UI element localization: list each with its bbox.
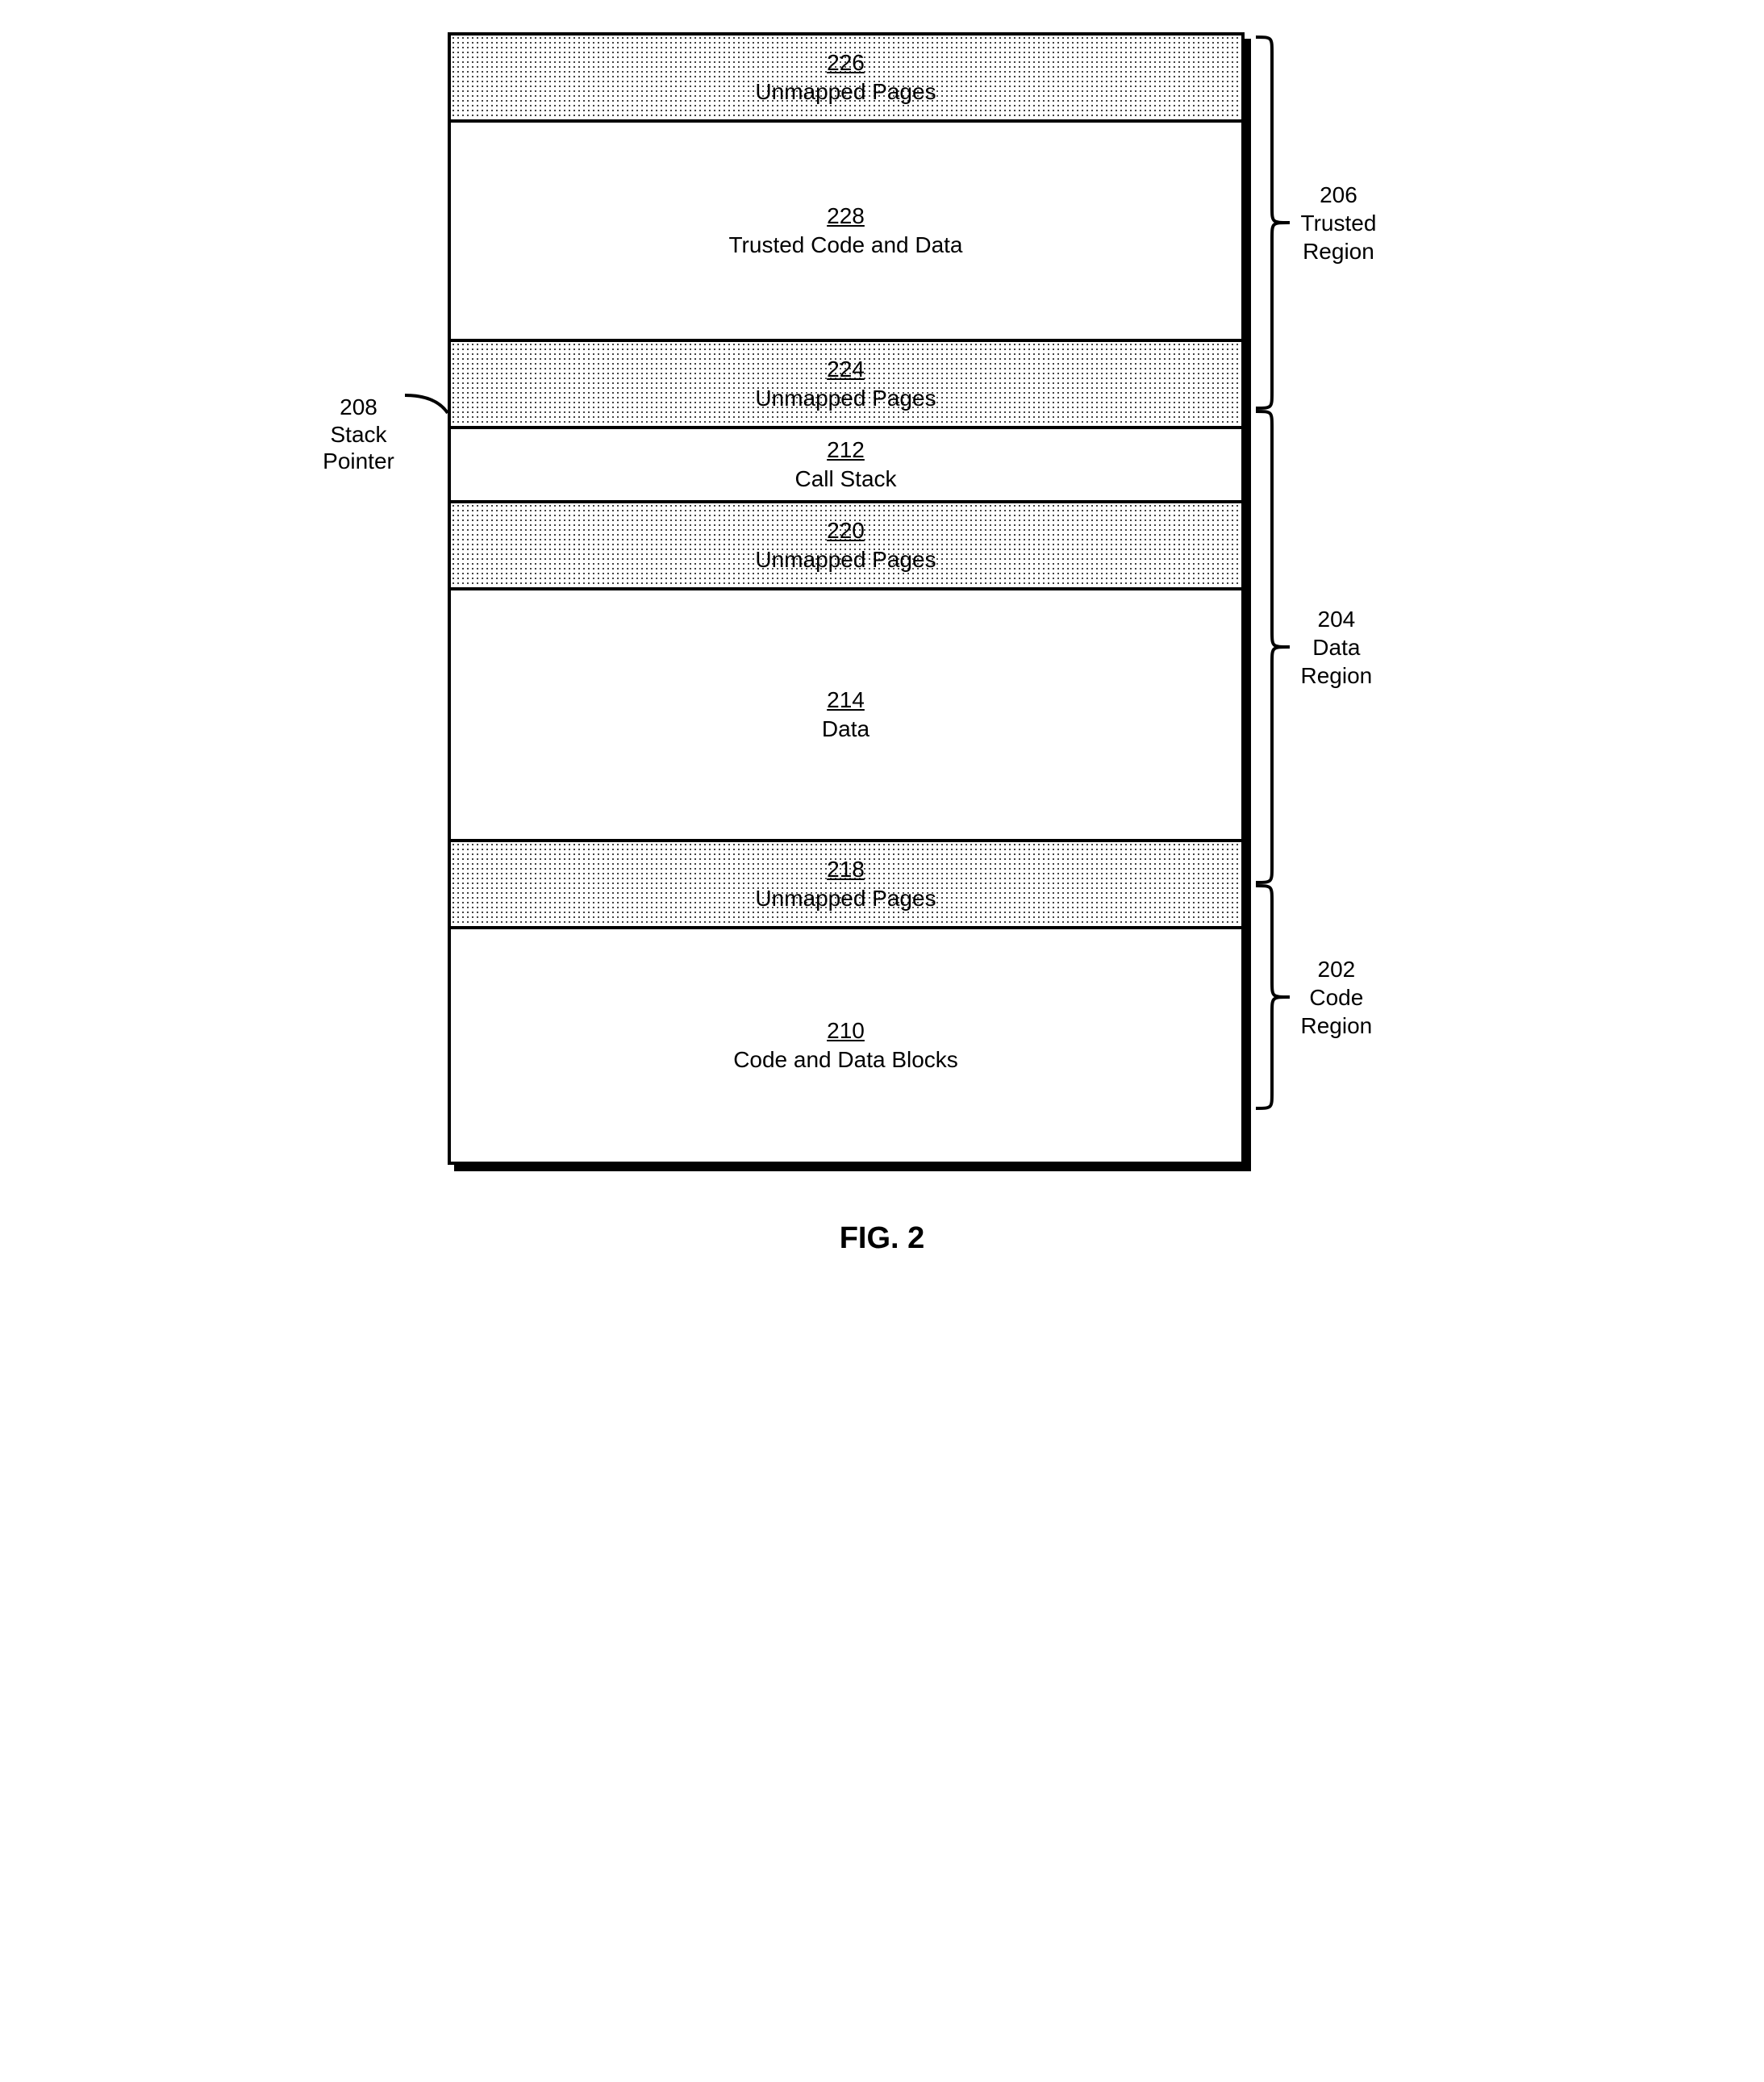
region-line1: Data — [1301, 633, 1373, 661]
segment-220: 220Unmapped Pages — [451, 500, 1241, 587]
segment-label: Call Stack — [794, 465, 896, 494]
region-ref: 202 — [1301, 955, 1373, 983]
region-line1: Code — [1301, 983, 1373, 1012]
region-ref: 204 — [1301, 605, 1373, 633]
segment-226: 226Unmapped Pages — [451, 35, 1241, 119]
segment-210: 210Code and Data Blocks — [451, 926, 1241, 1162]
segment-label: Trusted Code and Data — [728, 231, 962, 260]
region-206: 206TrustedRegion — [1253, 35, 1377, 410]
right-brace-column: 206TrustedRegion204DataRegion202CodeRegi… — [1253, 32, 1462, 1165]
stack-pointer-line1: Stack — [302, 421, 415, 449]
stack-pointer-line2: Pointer — [302, 448, 415, 475]
segment-ref: 218 — [827, 855, 865, 884]
figure-2: 208StackPointer 226Unmapped Pages228Trus… — [32, 32, 1732, 1256]
region-line2: Region — [1301, 237, 1377, 265]
segment-ref: 226 — [827, 48, 865, 77]
diagram-layout: 208StackPointer 226Unmapped Pages228Trus… — [302, 32, 1462, 1165]
memory-stack: 226Unmapped Pages228Trusted Code and Dat… — [448, 32, 1245, 1165]
segment-label: Unmapped Pages — [755, 77, 936, 106]
brace-icon — [1253, 884, 1293, 1110]
stack-pointer-label: 208StackPointer — [302, 394, 415, 475]
region-label: 202CodeRegion — [1301, 955, 1373, 1040]
segment-ref: 210 — [827, 1016, 865, 1045]
segment-label: Unmapped Pages — [755, 545, 936, 574]
brace-icon — [1253, 35, 1293, 410]
segment-228: 228Trusted Code and Data — [451, 119, 1241, 339]
segment-label: Unmapped Pages — [755, 884, 936, 913]
segment-218: 218Unmapped Pages — [451, 839, 1241, 926]
segment-ref: 212 — [827, 436, 865, 465]
stack-pointer-ref: 208 — [302, 394, 415, 421]
region-line2: Region — [1301, 1012, 1373, 1040]
segment-212: 212Call Stack — [451, 426, 1241, 500]
segment-label: Unmapped Pages — [755, 384, 936, 413]
region-ref: 206 — [1301, 181, 1377, 209]
region-202: 202CodeRegion — [1253, 884, 1373, 1110]
segment-ref: 224 — [827, 355, 865, 384]
figure-caption: FIG. 2 — [840, 1221, 925, 1256]
region-label: 204DataRegion — [1301, 605, 1373, 690]
region-line2: Region — [1301, 661, 1373, 690]
segment-label: Data — [822, 715, 869, 744]
segment-214: 214Data — [451, 587, 1241, 839]
brace-icon — [1253, 410, 1293, 884]
segment-224: 224Unmapped Pages — [451, 339, 1241, 426]
pointer-connector — [403, 392, 452, 416]
segment-label: Code and Data Blocks — [733, 1045, 958, 1074]
left-annotation-column: 208StackPointer — [302, 32, 448, 1165]
segment-ref: 220 — [827, 516, 865, 545]
region-line1: Trusted — [1301, 209, 1377, 237]
segment-ref: 228 — [827, 202, 865, 231]
segment-ref: 214 — [827, 686, 865, 715]
region-204: 204DataRegion — [1253, 410, 1373, 884]
region-label: 206TrustedRegion — [1301, 181, 1377, 265]
